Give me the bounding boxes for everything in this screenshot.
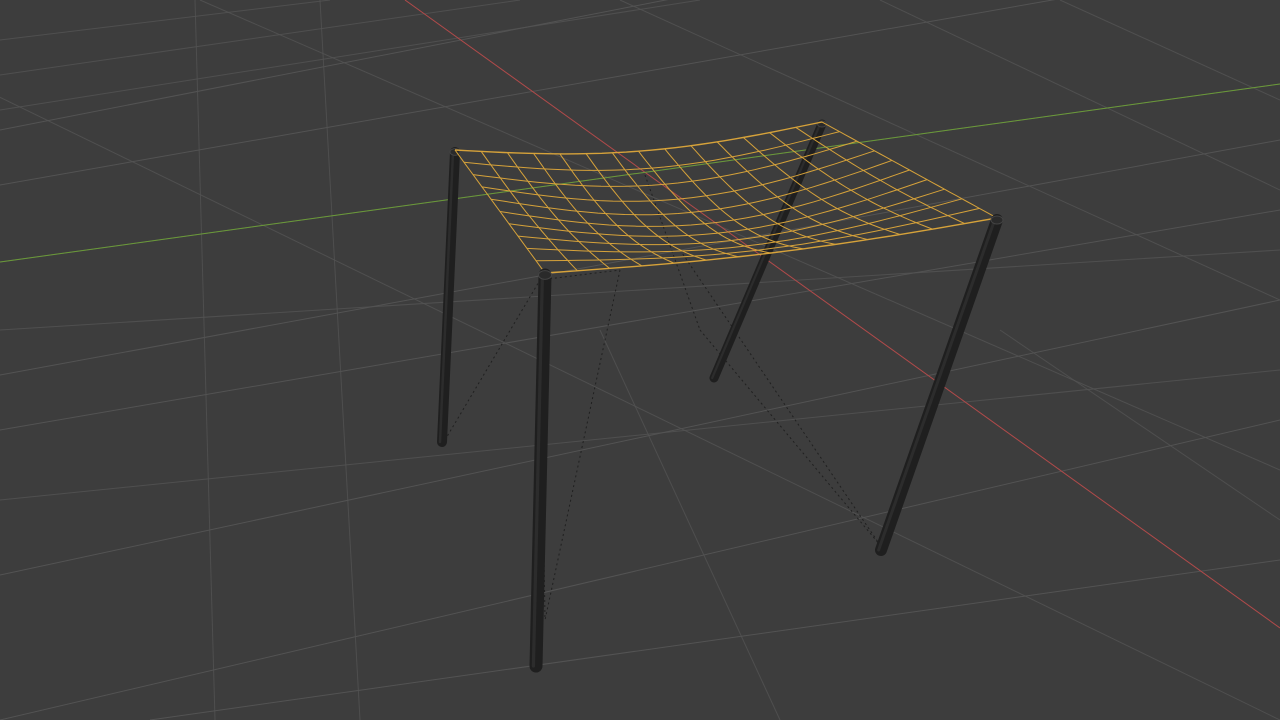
cloth-wire-row	[481, 150, 875, 202]
cloth-wire-row	[463, 131, 840, 171]
grid-line	[619, 0, 1280, 301]
grid-line	[149, 559, 1280, 720]
pole-front-cap	[538, 270, 552, 280]
grid-line	[0, 96, 1280, 720]
grid-line	[0, 0, 701, 111]
grid-line	[0, 139, 1280, 376]
grid-line	[599, 329, 781, 720]
scene-canvas[interactable]	[0, 0, 1280, 720]
pole-front	[529, 268, 552, 673]
pole-right-cap	[990, 215, 1004, 225]
floor-grid	[0, 0, 1280, 720]
guide-line	[444, 279, 541, 441]
cloth-wire-row	[508, 179, 928, 237]
grid-line	[199, 0, 1280, 471]
cloth-wire-row	[490, 159, 893, 216]
grid-line	[319, 0, 361, 720]
front-poles	[529, 214, 1004, 673]
grid-line	[194, 0, 216, 720]
grid-line	[0, 0, 521, 76]
pole-back-right	[709, 119, 827, 383]
grid-line	[0, 209, 1280, 431]
cloth-mesh[interactable]	[454, 121, 998, 274]
pole-back-right-body	[709, 119, 827, 383]
pole-back-right-highlight	[711, 122, 822, 380]
grid-line	[0, 419, 1280, 720]
guide-line	[679, 249, 881, 546]
y-axis-line	[0, 83, 1280, 263]
grid-line	[999, 329, 1280, 521]
grid-line	[1059, 0, 1280, 101]
pole-right-body	[875, 214, 1003, 556]
grid-line	[0, 299, 1280, 576]
pole-left-back	[437, 147, 461, 447]
guide-line	[544, 269, 621, 621]
pole-left-back-body	[437, 147, 460, 447]
grid-line	[0, 249, 1280, 331]
grid-line	[0, 0, 331, 41]
grid-line	[879, 0, 1280, 191]
3d-viewport[interactable]	[0, 0, 1280, 720]
